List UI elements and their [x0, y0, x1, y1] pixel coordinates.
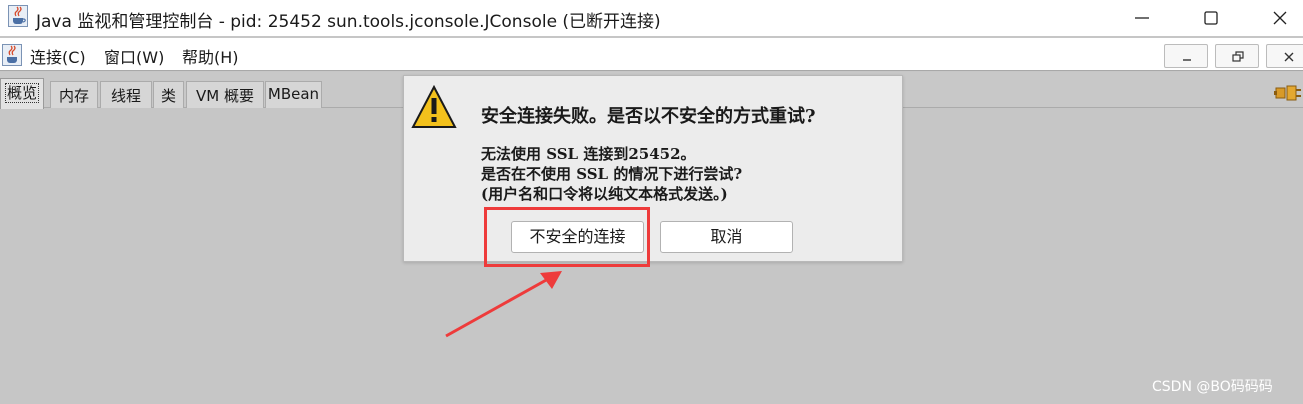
minimize-icon	[1135, 17, 1149, 19]
tab-memory[interactable]: 内存	[50, 81, 98, 108]
tab-classes[interactable]: 类	[153, 81, 184, 108]
maximize-button[interactable]	[1188, 0, 1234, 36]
inner-close-button[interactable]	[1266, 44, 1303, 68]
dialog-message-line-3: (用户名和口令将以纯文本格式发送。)	[481, 185, 728, 203]
inner-minimize-button[interactable]	[1164, 44, 1208, 68]
plug-icon[interactable]	[1274, 82, 1302, 104]
tab-vm-summary[interactable]: VM 概要	[186, 81, 264, 108]
window-title: Java 监视和管理控制台 - pid: 25452 sun.tools.jco…	[36, 12, 661, 32]
tab-mbean[interactable]: MBean	[265, 81, 322, 108]
dialog-title: 安全连接失败。是否以不安全的方式重试?	[481, 106, 816, 127]
watermark: CSDN @BO码码码	[1152, 379, 1273, 395]
cancel-button[interactable]: 取消	[660, 221, 793, 253]
java-cup-icon	[8, 5, 28, 27]
arrow-icon	[445, 271, 562, 338]
restore-icon	[1232, 51, 1244, 62]
inner-restore-button[interactable]	[1215, 44, 1259, 68]
dialog-message-line-2: 是否在不使用 SSL 的情况下进行尝试?	[481, 165, 743, 183]
highlight-box	[484, 207, 650, 267]
close-icon	[1284, 52, 1294, 62]
close-button[interactable]	[1257, 0, 1303, 36]
tab-overview[interactable]: 概览	[0, 78, 44, 109]
title-bar: Java 监视和管理控制台 - pid: 25452 sun.tools.jco…	[0, 0, 1303, 36]
java-cup-icon[interactable]	[2, 44, 22, 66]
menu-bar: 连接(C) 窗口(W) 帮助(H)	[0, 38, 1303, 71]
minimize-icon	[1183, 59, 1191, 61]
tab-overview-label: 概览	[4, 83, 40, 103]
warning-icon	[411, 85, 457, 128]
menu-connection[interactable]: 连接(C)	[30, 44, 86, 68]
maximize-icon	[1204, 11, 1218, 25]
dialog-message-line-1: 无法使用 SSL 连接到25452。	[481, 145, 696, 163]
minimize-button[interactable]	[1119, 0, 1165, 36]
ssl-failure-dialog: 安全连接失败。是否以不安全的方式重试? 无法使用 SSL 连接到25452。 是…	[403, 75, 903, 262]
menu-help[interactable]: 帮助(H)	[182, 44, 239, 68]
close-icon	[1273, 11, 1287, 25]
menu-window[interactable]: 窗口(W)	[104, 44, 164, 68]
tab-threads[interactable]: 线程	[100, 81, 152, 108]
